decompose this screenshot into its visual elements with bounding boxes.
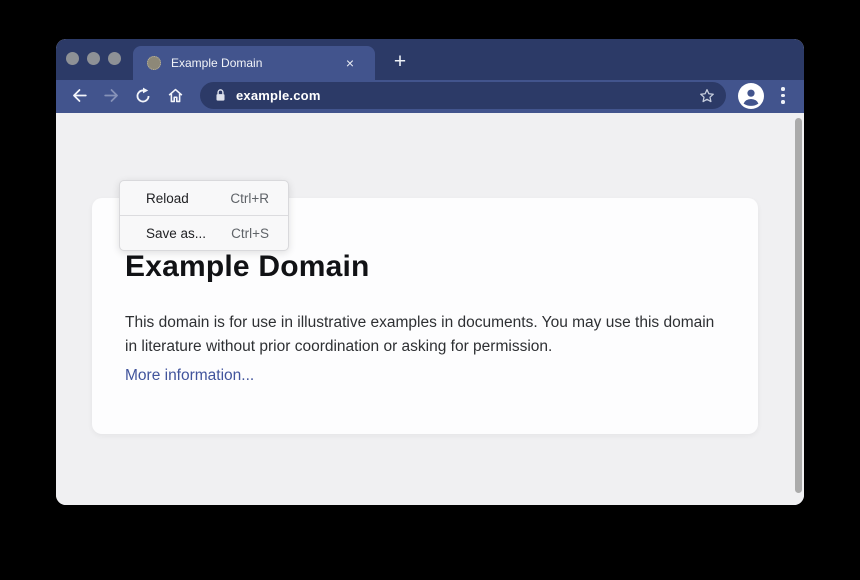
tab-close-icon[interactable]: × bbox=[341, 54, 359, 72]
tab-title: Example Domain bbox=[171, 56, 341, 70]
address-bar[interactable]: example.com bbox=[200, 82, 726, 109]
browser-tab[interactable]: Example Domain × bbox=[133, 46, 375, 80]
page-paragraph: This domain is for use in illustrative e… bbox=[125, 311, 717, 359]
browser-window: Example Domain × + example.com bbox=[56, 39, 804, 505]
avatar-icon bbox=[738, 83, 764, 109]
home-icon bbox=[166, 86, 185, 105]
menu-item-label: Save as... bbox=[146, 226, 231, 241]
minimize-window-button[interactable] bbox=[87, 52, 100, 65]
close-window-button[interactable] bbox=[66, 52, 79, 65]
page-heading: Example Domain bbox=[125, 250, 370, 284]
back-button[interactable] bbox=[66, 83, 92, 109]
reload-button[interactable] bbox=[130, 83, 156, 109]
url-text: example.com bbox=[236, 88, 698, 103]
desktop-background: Example Domain × + example.com bbox=[0, 0, 860, 580]
menu-item-reload[interactable]: Reload Ctrl+R bbox=[120, 181, 288, 215]
maximize-window-button[interactable] bbox=[108, 52, 121, 65]
page-content: Example Domain This domain is for use in… bbox=[56, 113, 804, 505]
bookmark-star-icon[interactable] bbox=[698, 87, 716, 105]
menu-item-shortcut: Ctrl+S bbox=[231, 226, 269, 241]
menu-item-shortcut: Ctrl+R bbox=[230, 191, 269, 206]
browser-menu-button[interactable] bbox=[774, 87, 792, 104]
context-menu: Reload Ctrl+R Save as... Ctrl+S bbox=[119, 180, 289, 251]
lock-icon bbox=[214, 88, 227, 103]
new-tab-button[interactable]: + bbox=[386, 48, 414, 76]
menu-dot-icon bbox=[781, 94, 785, 98]
menu-item-label: Reload bbox=[146, 191, 230, 206]
toolbar: example.com bbox=[56, 80, 804, 113]
back-icon bbox=[70, 86, 89, 105]
reload-icon bbox=[134, 87, 152, 105]
vertical-scrollbar[interactable] bbox=[795, 118, 802, 493]
window-controls bbox=[66, 52, 121, 65]
profile-avatar-button[interactable] bbox=[738, 83, 764, 109]
tab-favicon-icon bbox=[147, 56, 161, 70]
forward-icon bbox=[102, 86, 121, 105]
home-button[interactable] bbox=[162, 83, 188, 109]
menu-dot-icon bbox=[781, 87, 785, 91]
menu-item-save-as[interactable]: Save as... Ctrl+S bbox=[120, 216, 288, 250]
forward-button[interactable] bbox=[98, 83, 124, 109]
menu-dot-icon bbox=[781, 100, 785, 104]
more-information-link[interactable]: More information... bbox=[125, 367, 254, 385]
titlebar: Example Domain × + bbox=[56, 39, 804, 80]
